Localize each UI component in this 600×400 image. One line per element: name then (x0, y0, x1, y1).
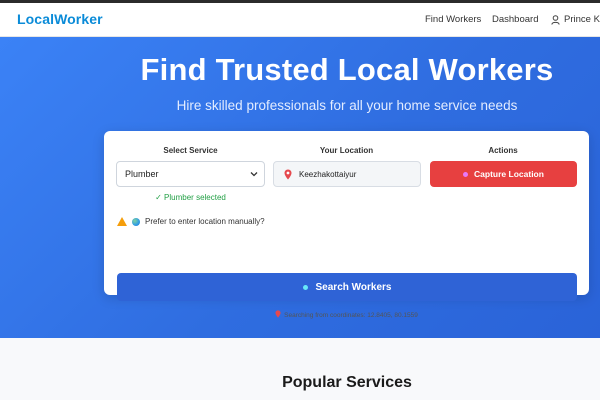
nav-link-find-workers[interactable]: Find Workers (425, 14, 481, 25)
hero-title: Find Trusted Local Workers (140, 52, 554, 87)
manual-location-text: Prefer to enter location manually? (145, 217, 265, 226)
coordinates-text: Searching from coordinates: 12.8405, 80.… (284, 311, 418, 319)
search-workers-button[interactable]: Search Workers (117, 273, 577, 301)
popular-services-section: Popular Services (0, 338, 600, 400)
search-card: Select Service Your Location Actions Plu… (104, 131, 589, 319)
navbar: LocalWorker Find Workers Dashboard Princ… (0, 3, 600, 37)
capture-location-button[interactable]: Capture Location (430, 161, 577, 187)
map-pin-icon (284, 169, 292, 182)
hero-subtitle: Hire skilled professionals for all your … (176, 98, 518, 113)
service-select[interactable]: Plumber (116, 161, 265, 187)
hero-section: Find Trusted Local Workers Hire skilled … (0, 37, 600, 338)
service-select-value: Plumber (125, 169, 159, 179)
actions-label: Actions (488, 146, 518, 155)
service-confirmation: ✓ Plumber selected (155, 193, 226, 202)
location-value: Keezhakottaiyur (299, 170, 357, 179)
brand-logo[interactable]: LocalWorker (17, 11, 103, 27)
map-pin-small-icon (275, 310, 281, 320)
service-label: Select Service (163, 146, 218, 155)
nav-user-menu[interactable]: Prince Kur (551, 14, 600, 25)
warning-icon (117, 217, 127, 226)
location-label: Your Location (319, 146, 374, 155)
popular-services-title: Popular Services (282, 374, 412, 391)
nav-link-dashboard[interactable]: Dashboard (492, 14, 538, 25)
manual-location-toggle[interactable]: Prefer to enter location manually? (117, 217, 265, 226)
location-input[interactable]: Keezhakottaiyur (273, 161, 421, 187)
globe-icon (132, 217, 140, 226)
search-dot-icon (302, 284, 308, 290)
coordinates-status: Searching from coordinates: 12.8405, 80.… (104, 310, 589, 320)
search-workers-label: Search Workers (315, 281, 392, 293)
chevron-down-icon (250, 170, 258, 180)
user-name: Prince Kur (564, 14, 600, 25)
user-icon (551, 14, 560, 25)
location-dot-icon (463, 171, 469, 177)
capture-location-label: Capture Location (474, 169, 544, 179)
